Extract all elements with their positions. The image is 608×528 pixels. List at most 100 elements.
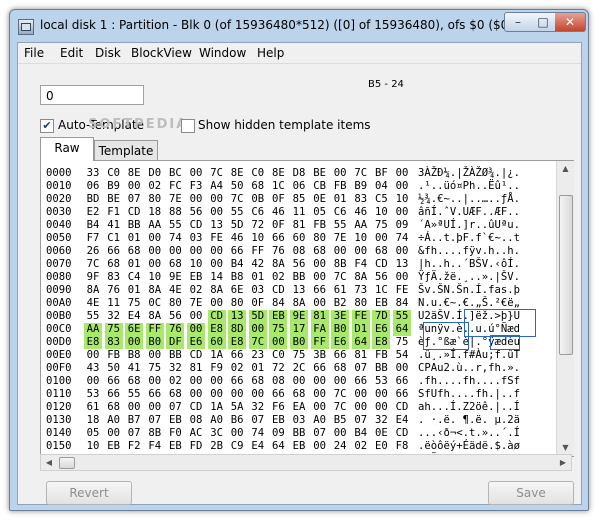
hex-row-ascii[interactable]: .¹..üó¤Ph..Ëû¹..: [418, 180, 520, 193]
revert-button[interactable]: Revert: [46, 481, 132, 505]
hex-byte[interactable]: 80: [228, 297, 246, 310]
hex-byte[interactable]: 10: [84, 440, 102, 453]
hex-byte[interactable]: 85: [290, 193, 308, 206]
minimize-button[interactable]: –: [504, 12, 532, 32]
hex-byte[interactable]: 00: [311, 388, 329, 401]
hex-byte[interactable]: 66: [105, 388, 123, 401]
hex-byte[interactable]: DF: [166, 336, 185, 349]
hex-byte[interactable]: B9: [105, 180, 123, 193]
hex-byte[interactable]: 74: [249, 427, 267, 440]
hex-byte[interactable]: 00: [187, 388, 205, 401]
hex-byte[interactable]: BB: [125, 219, 143, 232]
hex-byte[interactable]: CD: [372, 258, 390, 271]
tab-raw[interactable]: Raw: [40, 137, 94, 161]
hex-byte[interactable]: 66: [331, 349, 349, 362]
hex-byte[interactable]: 01: [249, 362, 267, 375]
hex-byte[interactable]: 66: [393, 388, 411, 401]
hex-byte[interactable]: A0: [208, 414, 226, 427]
hex-byte[interactable]: BC: [166, 167, 184, 180]
hex-byte[interactable]: 83: [105, 271, 123, 284]
hex-byte[interactable]: B5: [331, 414, 349, 427]
hex-byte[interactable]: 0E: [311, 193, 329, 206]
hex-byte[interactable]: B2: [331, 297, 349, 310]
hex-byte[interactable]: 00: [84, 349, 102, 362]
hex-byte[interactable]: 10: [146, 271, 164, 284]
hex-byte[interactable]: 66: [352, 375, 370, 388]
hex-byte[interactable]: 8A: [352, 271, 370, 284]
hex-byte[interactable]: CB: [311, 180, 329, 193]
hex-row-ascii[interactable]: ´A»ªUÍ.]r..ûUªu.: [418, 219, 520, 232]
hex-row-ascii[interactable]: 3ÀŽÐ¼.|ŽÀŽØ¾.|¿.: [418, 167, 520, 180]
hex-byte[interactable]: 00: [393, 362, 411, 375]
hex-byte[interactable]: 10: [393, 193, 411, 206]
hex-byte[interactable]: 00: [372, 401, 390, 414]
hex-byte[interactable]: 8E: [125, 167, 143, 180]
hex-byte[interactable]: 00: [125, 180, 143, 193]
hex-byte[interactable]: 0F: [269, 219, 287, 232]
hex-byte[interactable]: 74: [393, 232, 411, 245]
hex-byte[interactable]: B0: [331, 323, 350, 336]
hex-byte[interactable]: 02: [352, 440, 370, 453]
hex-byte[interactable]: B0: [145, 336, 164, 349]
hex-byte[interactable]: CD: [187, 349, 205, 362]
hex-byte[interactable]: 32: [249, 401, 267, 414]
hex-byte[interactable]: 05: [84, 427, 102, 440]
hex-byte[interactable]: 07: [146, 414, 164, 427]
hex-row-ascii[interactable]: ...‹ð¬<.t.»..´.Í: [418, 427, 520, 440]
hex-byte[interactable]: BB: [166, 349, 184, 362]
hex-byte[interactable]: 00: [352, 245, 370, 258]
hex-byte[interactable]: EB: [166, 440, 184, 453]
hex-byte[interactable]: FC: [166, 180, 184, 193]
hex-byte[interactable]: 00: [146, 258, 164, 271]
hex-byte[interactable]: 18: [146, 206, 164, 219]
hex-byte[interactable]: 68: [125, 245, 143, 258]
hex-byte[interactable]: 7C: [228, 193, 246, 206]
hex-byte[interactable]: 00: [208, 245, 226, 258]
hex-byte[interactable]: 81: [290, 219, 308, 232]
hex-byte[interactable]: C0: [105, 167, 123, 180]
hex-byte[interactable]: 41: [105, 219, 123, 232]
hex-byte[interactable]: 0F: [269, 193, 287, 206]
hex-byte[interactable]: 08: [269, 375, 287, 388]
hex-byte[interactable]: BB: [290, 427, 308, 440]
hex-byte[interactable]: 00: [331, 167, 349, 180]
hex-byte[interactable]: F1: [105, 206, 123, 219]
hex-byte[interactable]: 0F: [249, 297, 267, 310]
hex-row-ascii[interactable]: ½¾.€~..|..…..ƒÅ.: [418, 193, 520, 206]
hex-row-ascii[interactable]: Šv.ŠN.Šn.Í.fas.þ: [418, 284, 520, 297]
horizontal-scroll-thumb[interactable]: [59, 457, 75, 469]
hex-byte[interactable]: 00: [311, 271, 329, 284]
hex-byte[interactable]: 64: [351, 336, 370, 349]
hex-byte[interactable]: 00: [208, 297, 226, 310]
hex-byte[interactable]: 00: [393, 167, 411, 180]
hex-byte[interactable]: BE: [311, 167, 329, 180]
hex-byte[interactable]: FF: [145, 323, 164, 336]
hex-byte[interactable]: 83: [352, 193, 370, 206]
hex-byte[interactable]: 00: [393, 271, 411, 284]
hex-byte[interactable]: CD: [125, 206, 143, 219]
hex-byte[interactable]: 68: [249, 375, 267, 388]
hex-byte[interactable]: 80: [146, 193, 164, 206]
hex-byte[interactable]: 2C: [290, 362, 308, 375]
hex-byte[interactable]: 66: [146, 388, 164, 401]
hex-byte[interactable]: 76: [269, 245, 287, 258]
hex-row-ascii[interactable]: &fh....fÿv.h..h.: [418, 245, 520, 258]
hex-byte[interactable]: 9E: [290, 310, 308, 323]
hex-byte[interactable]: 50: [105, 362, 123, 375]
hex-byte[interactable]: C6: [331, 206, 349, 219]
hex-byte[interactable]: B4: [352, 427, 370, 440]
hex-byte[interactable]: 55: [228, 206, 246, 219]
hex-byte[interactable]: B7: [125, 414, 143, 427]
hex-byte[interactable]: 17: [290, 323, 308, 336]
hex-byte[interactable]: 10: [352, 232, 370, 245]
hex-byte[interactable]: 75: [146, 362, 164, 375]
hex-byte[interactable]: 8A: [146, 284, 164, 297]
hex-byte[interactable]: 01: [125, 284, 143, 297]
horizontal-scrollbar[interactable]: ◀ ▶: [40, 454, 572, 471]
hex-byte[interactable]: 07: [125, 427, 143, 440]
auto-template-checkbox[interactable]: ✔: [40, 119, 54, 133]
hex-byte[interactable]: 02: [146, 180, 164, 193]
hex-byte[interactable]: 5D: [228, 219, 246, 232]
hex-byte[interactable]: F4: [146, 440, 164, 453]
hex-byte[interactable]: FE: [208, 232, 226, 245]
